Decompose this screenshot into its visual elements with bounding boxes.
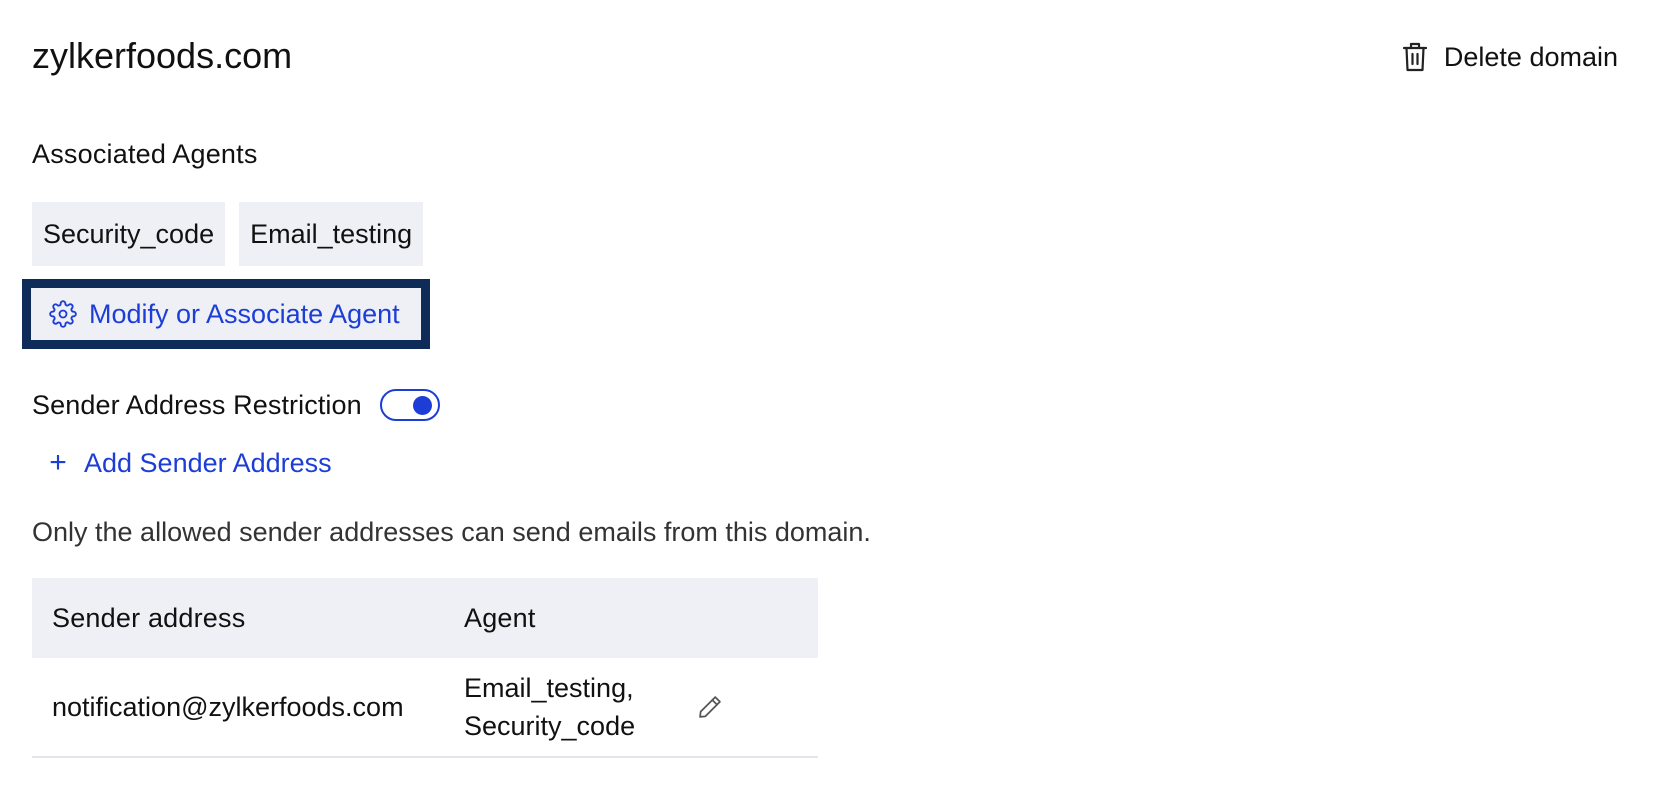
agents-cell: Email_testing, Security_code (464, 669, 696, 745)
add-sender-address-button[interactable]: + Add Sender Address (46, 446, 332, 480)
table-header: Sender address Agent (32, 578, 818, 658)
agent-chip: Security_code (32, 202, 226, 266)
associated-agents-heading: Associated Agents (32, 139, 258, 169)
sender-address-cell: notification@zylkerfoods.com (52, 691, 404, 722)
sender-restriction-row: Sender Address Restriction (32, 388, 440, 422)
modify-agent-label: Modify or Associate Agent (89, 299, 400, 329)
sender-restriction-toggle[interactable] (379, 389, 440, 421)
toggle-knob (412, 396, 432, 415)
sender-restriction-label: Sender Address Restriction (32, 390, 362, 420)
modify-associate-agent-button[interactable]: Modify or Associate Agent (22, 279, 430, 349)
sender-restriction-info: Only the allowed sender addresses can se… (32, 517, 871, 547)
trash-icon (1402, 41, 1428, 73)
column-header-agent: Agent (464, 602, 536, 633)
domain-title: zylkerfoods.com (32, 35, 293, 76)
agent-chip: Email_testing (239, 202, 424, 266)
agent-chips: Security_code Email_testing (32, 202, 424, 266)
agents-cell-line: Email_testing, (464, 673, 634, 703)
sender-address-table: Sender address Agent notification@zylker… (32, 578, 818, 758)
agents-cell-line: Security_code (464, 711, 636, 741)
gear-icon (49, 300, 77, 328)
table-row: notification@zylkerfoods.com Email_testi… (32, 658, 818, 758)
pencil-icon[interactable] (696, 693, 724, 721)
delete-domain-button[interactable]: Delete domain (1402, 40, 1618, 74)
add-sender-label: Add Sender Address (84, 448, 332, 478)
delete-domain-label: Delete domain (1443, 42, 1618, 72)
plus-icon: + (49, 446, 67, 479)
column-header-sender: Sender address (52, 602, 246, 633)
